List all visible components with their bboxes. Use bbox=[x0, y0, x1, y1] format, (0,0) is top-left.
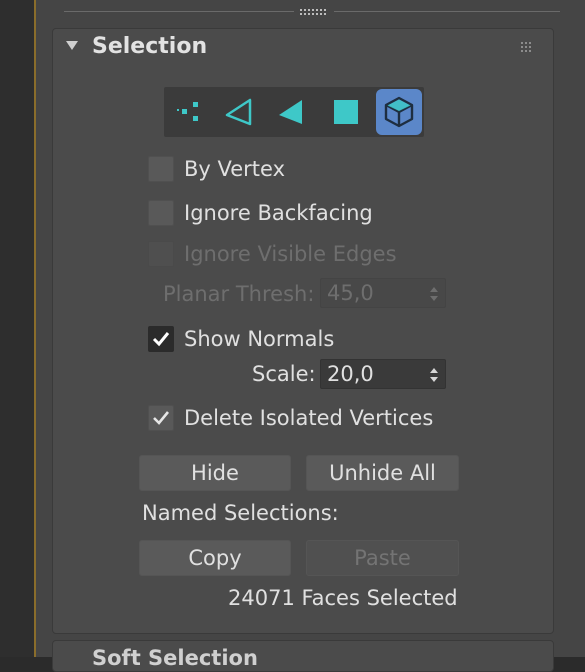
planar-thresh-spinner: 45,0 bbox=[320, 278, 446, 308]
by-vertex-checkbox[interactable] bbox=[148, 156, 174, 182]
spinner-arrows-icon[interactable] bbox=[429, 365, 439, 385]
by-vertex-option[interactable]: By Vertex bbox=[148, 154, 285, 184]
paste-button: Paste bbox=[306, 540, 459, 576]
divider bbox=[64, 11, 294, 12]
ignore-visible-edges-option: Ignore Visible Edges bbox=[148, 239, 397, 269]
ignore-backfacing-option[interactable]: Ignore Backfacing bbox=[148, 198, 373, 228]
ignore-backfacing-checkbox[interactable] bbox=[148, 200, 174, 226]
ignore-backfacing-label: Ignore Backfacing bbox=[184, 201, 373, 225]
hide-button[interactable]: Hide bbox=[139, 455, 291, 491]
planar-thresh-label: Planar Thresh: bbox=[163, 282, 315, 306]
planar-thresh-value: 45,0 bbox=[327, 281, 374, 305]
edge-mode-button[interactable] bbox=[218, 87, 260, 137]
vertex-dots-icon bbox=[177, 102, 198, 121]
selection-status: 24071 Faces Selected bbox=[228, 586, 458, 610]
named-selections-label: Named Selections: bbox=[142, 501, 339, 525]
delete-isolated-label: Delete Isolated Vertices bbox=[184, 406, 434, 430]
collapse-arrow-icon[interactable] bbox=[66, 41, 78, 50]
vertex-mode-button[interactable] bbox=[167, 87, 209, 137]
triangle-outline-icon bbox=[225, 98, 252, 126]
scale-label: Scale: bbox=[252, 362, 316, 386]
element-mode-button[interactable] bbox=[376, 89, 422, 135]
rollout-title[interactable]: Selection bbox=[92, 34, 207, 59]
delete-isolated-checkbox[interactable] bbox=[148, 405, 174, 431]
grip-icon[interactable] bbox=[520, 41, 534, 53]
polygon-mode-button[interactable] bbox=[325, 87, 367, 137]
divider bbox=[334, 11, 560, 12]
show-normals-checkbox[interactable] bbox=[148, 326, 174, 352]
triangle-filled-icon bbox=[279, 100, 302, 124]
drag-handle-icon[interactable] bbox=[298, 7, 328, 17]
delete-isolated-option[interactable]: Delete Isolated Vertices bbox=[148, 403, 433, 433]
show-normals-option[interactable]: Show Normals bbox=[148, 324, 334, 354]
face-mode-button[interactable] bbox=[270, 87, 312, 137]
copy-button[interactable]: Copy bbox=[139, 540, 291, 576]
by-vertex-label: By Vertex bbox=[184, 157, 286, 181]
square-filled-icon bbox=[334, 100, 358, 124]
scale-spinner[interactable]: 20,0 bbox=[320, 359, 446, 389]
cube-icon bbox=[384, 96, 414, 128]
spinner-arrows-icon bbox=[430, 287, 438, 301]
checkmark-icon bbox=[152, 332, 170, 347]
next-rollout-title[interactable]: Soft Selection bbox=[92, 646, 258, 670]
ignore-visible-edges-label: Ignore Visible Edges bbox=[184, 242, 397, 266]
ignore-visible-edges-checkbox bbox=[148, 241, 174, 267]
show-normals-label: Show Normals bbox=[184, 327, 335, 351]
unhide-all-button[interactable]: Unhide All bbox=[306, 455, 459, 491]
left-viewport-strip bbox=[0, 0, 34, 657]
scale-value[interactable]: 20,0 bbox=[327, 362, 374, 386]
checkmark-icon bbox=[153, 411, 170, 425]
